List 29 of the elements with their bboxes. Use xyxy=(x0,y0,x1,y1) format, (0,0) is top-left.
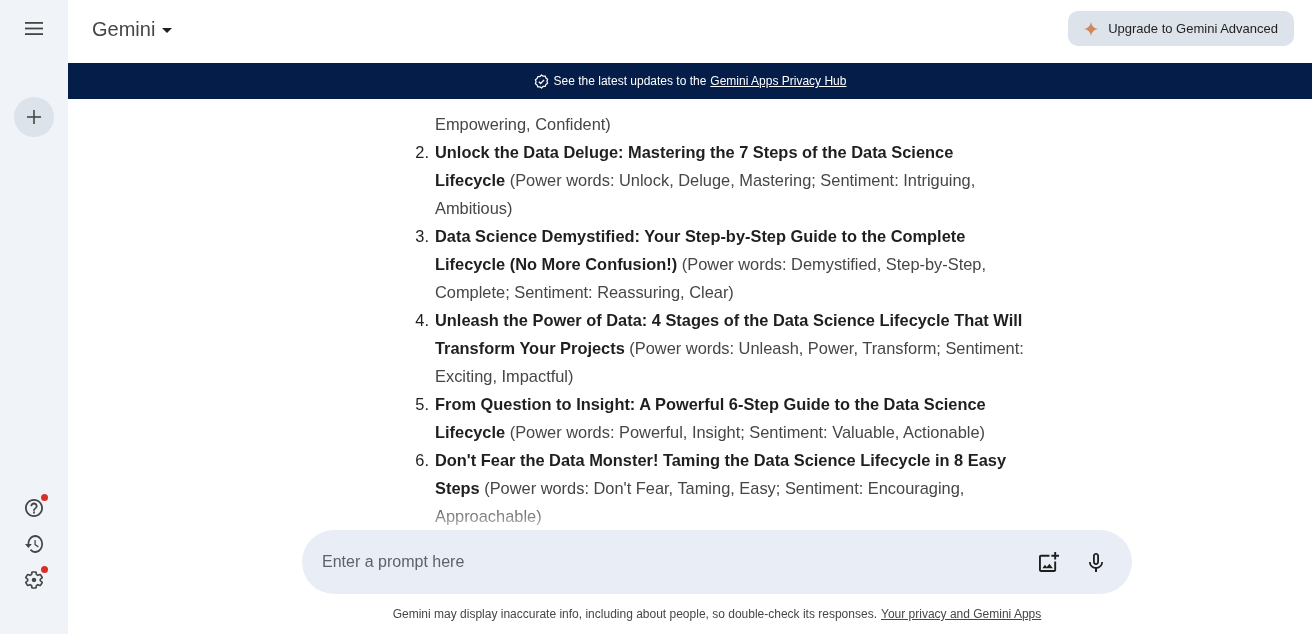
list-item-text: Unleash the Power of Data: 4 Stages of the Data Science Lifecycle That Will Transform Your Projects (Power words: Unleash, Power, Transform; Sentiment: Exciting, Impactful) xyxy=(435,310,1024,387)
new-chat-button[interactable] xyxy=(14,97,54,137)
sparkle-icon xyxy=(1084,21,1099,36)
prompt-field[interactable]: Enter a prompt here xyxy=(302,530,1132,594)
help-icon[interactable] xyxy=(25,498,43,517)
list-item-text: From Question to Insight: A Powerful 6-Step Guide to the Data Science Lifecycle (Power words: Powerful, Insight; Sentiment: Valuable, Actionable) xyxy=(435,394,987,443)
privacy-link[interactable]: Your privacy and Gemini Apps xyxy=(881,607,1042,621)
list-number: 5. xyxy=(414,394,430,415)
list-item-text: Don't Fear the Data Monster! Taming the Data Science Lifecycle in 8 Easy Steps (Power words: Don't Fear, Taming, Easy; Sentiment: Encouraging, Approachable) xyxy=(435,450,1008,527)
upgrade-button[interactable]: Upgrade to Gemini Advanced xyxy=(1068,11,1294,46)
microphone-icon[interactable] xyxy=(1089,552,1103,572)
list-item-text: Empowering, Confident) xyxy=(435,114,612,135)
list-number: 3. xyxy=(414,226,430,247)
verified-check-icon xyxy=(533,73,549,89)
list-item-text: Unlock the Data Deluge: Mastering the 7 Steps of the Data Science Lifecycle (Power words: Unlock, Deluge, Mastering; Sentiment: Intriguing, Ambitious) xyxy=(435,142,977,219)
list-number: 6. xyxy=(414,450,430,471)
disclaimer-text: Gemini may display inaccurate info, including about people, so double-check its responses. Your privacy and Gemini Apps xyxy=(392,607,1042,621)
plus-icon xyxy=(27,110,41,124)
list-item-text: Data Science Demystified: Your Step-by-Step Guide to the Complete Lifecycle (No More Confusion!) (Power words: Demystified, Step-by-Step, Complete; Sentiment: Reassuring, Clear) xyxy=(435,226,988,303)
list-number: 2. xyxy=(414,142,430,163)
caret-icon xyxy=(162,27,173,33)
privacy-hub-link[interactable]: Gemini Apps Privacy Hub xyxy=(710,74,847,88)
model-menu-button[interactable]: Gemini xyxy=(92,11,173,47)
list-number: 4. xyxy=(414,310,430,331)
menu-icon[interactable] xyxy=(25,22,43,35)
settings-icon[interactable] xyxy=(25,570,43,589)
add-image-icon[interactable] xyxy=(1039,552,1059,572)
banner-text: See the latest updates to the Gemini Apps Privacy Hub xyxy=(553,74,847,88)
history-icon[interactable] xyxy=(25,534,43,553)
